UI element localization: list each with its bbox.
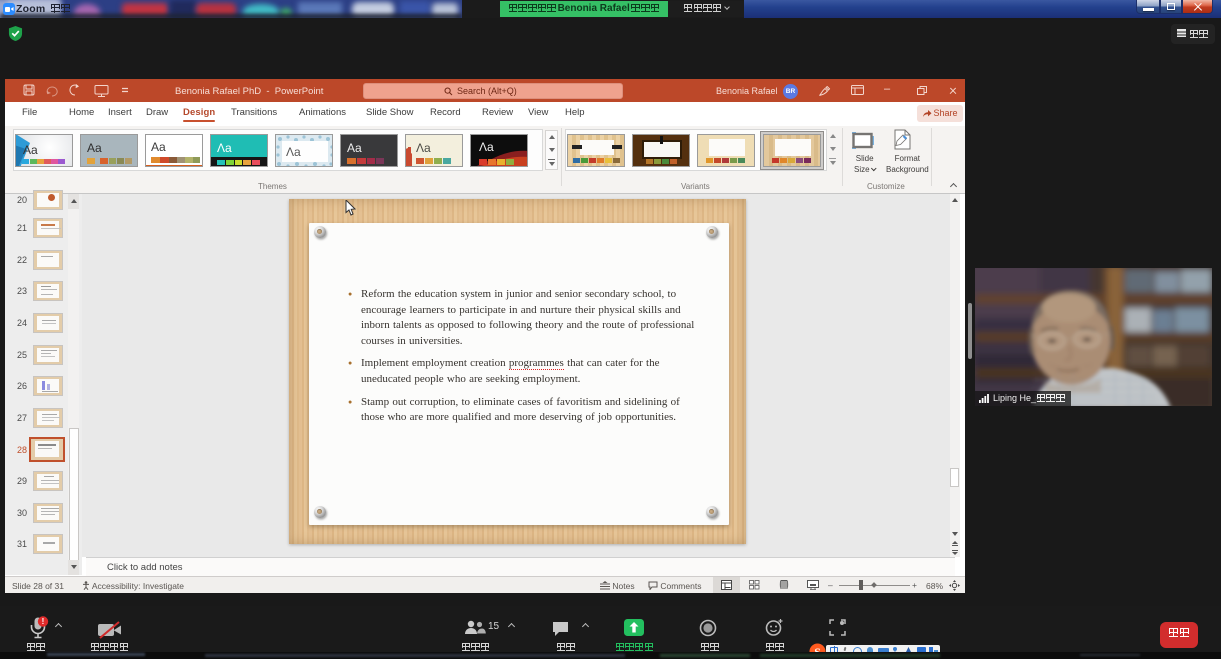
svg-text:Aa: Aa — [347, 141, 362, 155]
svg-text:Λa: Λa — [286, 145, 301, 159]
svg-text:Aa: Aa — [87, 141, 102, 155]
svg-text:!: ! — [42, 617, 45, 626]
svg-text:Λa: Λa — [217, 141, 232, 155]
svg-text:Λa: Λa — [416, 141, 431, 155]
svg-text:Aa: Aa — [151, 140, 166, 154]
svg-text:Λa: Λa — [479, 140, 494, 154]
svg-text:Aa: Aa — [23, 143, 38, 157]
